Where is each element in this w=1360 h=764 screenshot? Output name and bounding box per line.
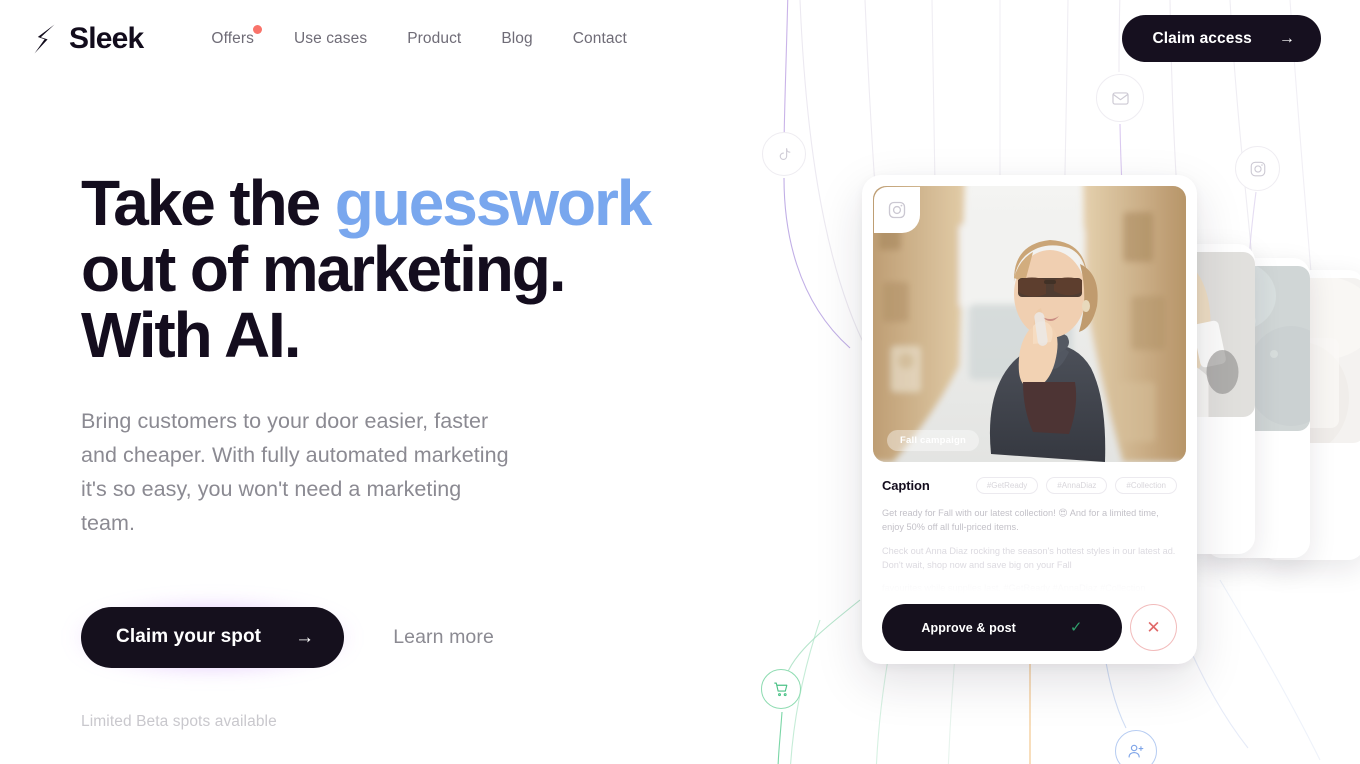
campaign-badge: Fall campaign [887, 430, 979, 451]
beta-availability-note: Limited Beta spots available [81, 712, 277, 730]
post-actions: Approve & post ✓ ✕ [882, 604, 1177, 652]
claim-access-button[interactable]: Claim access → [1122, 15, 1321, 62]
add-user-icon[interactable] [1115, 730, 1157, 764]
post-preview-card: Fall campaign Caption #GetReady #AnnaDia… [862, 175, 1197, 665]
nav-label: Offers [211, 30, 254, 47]
headline-accent-word: guesswork [334, 167, 653, 239]
nav-item-blog[interactable]: Blog [481, 22, 552, 56]
caption-paragraph: Get ready for Fall with our latest colle… [882, 508, 1159, 533]
approve-and-post-button[interactable]: Approve & post ✓ [882, 604, 1122, 652]
claim-your-spot-button[interactable]: Claim your spot → [81, 606, 345, 668]
caption-body: Get ready for Fall with our latest colle… [873, 506, 1186, 602]
reject-post-button[interactable]: ✕ [1130, 604, 1177, 652]
nav-item-offers[interactable]: Offers [191, 22, 274, 56]
hashtag-list: #GetReady #AnnaDiaz #Collection [975, 477, 1177, 494]
main-nav: Offers Use cases Product Blog Contact [191, 22, 646, 56]
page-title: Take the guesswork out of marketing. Wit… [81, 170, 721, 371]
hashtag-chip[interactable]: #GetReady [975, 477, 1039, 494]
sleek-logo-mark [34, 24, 55, 54]
nav-badge-dot [252, 25, 262, 34]
instagram-icon [874, 187, 920, 233]
hero-subtitle: Bring customers to your door easier, fas… [81, 408, 509, 535]
tiktok-icon[interactable] [762, 132, 806, 176]
claim-spot-label: Claim your spot [116, 626, 262, 648]
primary-cta-wrapper: Claim your spot → [75, 600, 351, 674]
check-icon: ✓ [1069, 619, 1083, 637]
nav-item-contact[interactable]: Contact [553, 22, 647, 56]
claim-access-label: Claim access [1152, 29, 1252, 47]
instagram-icon[interactable] [1235, 146, 1280, 191]
caption-title: Caption [882, 478, 930, 493]
approve-label: Approve & post [921, 620, 1016, 635]
caption-header: Caption #GetReady #AnnaDiaz #Collection [882, 477, 1177, 494]
nav-item-use-cases[interactable]: Use cases [274, 22, 387, 56]
post-image-illustration [873, 186, 1186, 462]
brand-name: Sleek [69, 22, 144, 55]
learn-more-button[interactable]: Learn more [393, 626, 494, 649]
hero-section: Take the guesswork out of marketing. Wit… [75, 170, 721, 731]
headline-part-3: With AI. [81, 298, 302, 371]
mail-icon[interactable] [1096, 74, 1144, 122]
landing-page: ✕ ✕ [0, 0, 1360, 764]
headline-part-2: out of marketing. [81, 232, 567, 305]
hashtag-chip[interactable]: #Collection [1115, 477, 1177, 494]
nav-item-product[interactable]: Product [387, 22, 481, 56]
brand-logo[interactable]: Sleek [30, 22, 144, 56]
shopping-cart-icon[interactable] [761, 669, 801, 709]
hero-cta-row: Claim your spot → Learn more [75, 600, 721, 674]
arrow-right-icon: → [295, 626, 315, 648]
hero-visual: ✕ ✕ [700, 0, 1360, 764]
post-image: Fall campaign [873, 186, 1186, 462]
caption-fade-overlay [873, 567, 1186, 602]
headline-part-1: Take the [81, 167, 335, 239]
hashtag-chip[interactable]: #AnnaDiaz [1046, 477, 1108, 494]
site-header: Sleek Offers Use cases Product Blog Cont… [0, 0, 1360, 78]
arrow-right-icon: → [1278, 29, 1295, 47]
